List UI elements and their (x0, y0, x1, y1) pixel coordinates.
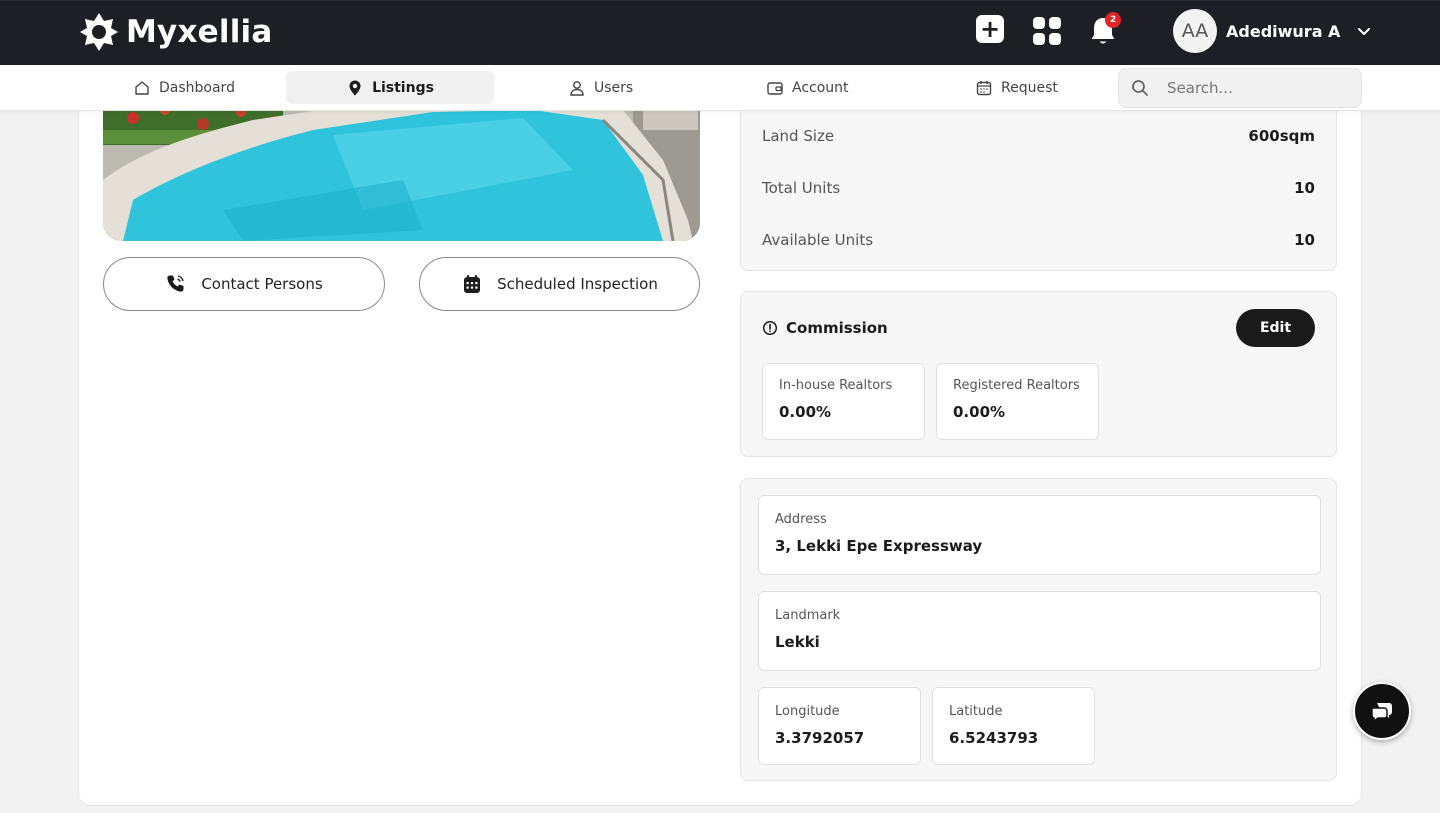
nav-label: Request (1001, 79, 1058, 96)
nav-item-request[interactable]: Request (975, 71, 1075, 104)
search-input[interactable] (1167, 79, 1347, 97)
detail-value: 10 (1294, 179, 1315, 197)
chat-button[interactable] (1353, 682, 1411, 740)
detail-row-available-units: Available Units 10 (762, 231, 1315, 249)
nav-bar: Dashboard Listings Users Account Request (0, 65, 1440, 111)
detail-value: 10 (1294, 231, 1315, 249)
top-actions: + 2 (976, 12, 1121, 45)
latitude-field: Latitude 6.5243793 (932, 687, 1095, 765)
avatar: AA (1173, 9, 1217, 53)
user-icon (570, 80, 584, 96)
landmark-field: Landmark Lekki (758, 591, 1321, 671)
nav-item-listings[interactable]: Listings (286, 71, 494, 104)
nav-item-users[interactable]: Users (568, 71, 648, 104)
nav-label: Listings (372, 79, 434, 96)
scheduled-inspection-button[interactable]: Scheduled Inspection (419, 257, 700, 311)
calendar-icon (464, 275, 481, 293)
detail-value: 600sqm (1248, 127, 1315, 145)
app-name: Myxellia (126, 14, 273, 50)
scheduled-inspection-label: Scheduled Inspection (497, 275, 658, 293)
commission-card-registered: Registered Realtors 0.00% (936, 363, 1099, 440)
detail-key: Land Size (762, 127, 835, 145)
nav-label: Account (792, 79, 849, 96)
search-box[interactable] (1118, 68, 1362, 108)
commission-header: Commission (762, 319, 888, 337)
landmark-value: Lekki (775, 633, 820, 651)
commission-card-inhouse: In-house Realtors 0.00% (762, 363, 925, 440)
search-icon (1132, 80, 1148, 96)
notification-badge: 2 (1105, 12, 1121, 28)
nav-item-account[interactable]: Account (766, 71, 866, 104)
latitude-label: Latitude (949, 704, 1003, 719)
commission-label: In-house Realtors (779, 378, 893, 393)
edit-commission-button[interactable]: Edit (1236, 309, 1315, 347)
chat-bubble-icon (1371, 703, 1392, 722)
detail-row-total-units: Total Units 10 (762, 179, 1315, 197)
wallet-icon (767, 81, 783, 95)
nav-label: Users (594, 79, 634, 96)
contact-persons-button[interactable]: Contact Persons (103, 257, 385, 311)
address-value: 3, Lekki Epe Expressway (775, 537, 983, 555)
commission-value: 0.00% (953, 403, 1006, 421)
logo-star-icon (80, 13, 118, 51)
phone-icon (167, 275, 184, 292)
nav-item-dashboard[interactable]: Dashboard (125, 71, 240, 104)
chevron-down-icon[interactable] (1356, 23, 1372, 39)
home-icon (135, 80, 149, 95)
app-logo[interactable]: Myxellia (78, 11, 272, 53)
location-panel: Address 3, Lekki Epe Expressway Landmark… (740, 478, 1337, 781)
pool-image (103, 90, 700, 241)
calendar-icon (976, 80, 992, 95)
detail-key: Available Units (762, 231, 874, 249)
commission-label: Registered Realtors (953, 378, 1080, 393)
user-menu[interactable]: AA Adediwura A (1173, 9, 1372, 53)
address-field: Address 3, Lekki Epe Expressway (758, 495, 1321, 575)
nav-label: Dashboard (159, 79, 235, 96)
latitude-value: 6.5243793 (949, 729, 1039, 747)
longitude-value: 3.3792057 (775, 729, 865, 747)
user-name: Adediwura A (1226, 21, 1341, 41)
notifications-button[interactable]: 2 (1089, 12, 1121, 47)
address-label: Address (775, 512, 827, 527)
commission-title: Commission (786, 319, 888, 337)
add-button[interactable]: + (976, 15, 1004, 43)
detail-key: Total Units (762, 179, 841, 197)
apps-grid-icon[interactable] (1033, 17, 1061, 45)
property-details-panel: Land Size 600sqm Total Units 10 Availabl… (740, 90, 1337, 271)
info-circle-icon (762, 320, 778, 336)
longitude-label: Longitude (775, 704, 840, 719)
detail-row-land-size: Land Size 600sqm (762, 127, 1315, 145)
property-photo[interactable] (103, 90, 700, 241)
landmark-label: Landmark (775, 608, 841, 623)
map-pin-icon (349, 80, 361, 95)
contact-persons-label: Contact Persons (201, 275, 323, 293)
top-bar: Myxellia + 2 AA Adediwura A (0, 0, 1440, 65)
longitude-field: Longitude 3.3792057 (758, 687, 921, 765)
commission-panel: Commission Edit In-house Realtors 0.00% … (740, 291, 1337, 457)
commission-value: 0.00% (779, 403, 832, 421)
